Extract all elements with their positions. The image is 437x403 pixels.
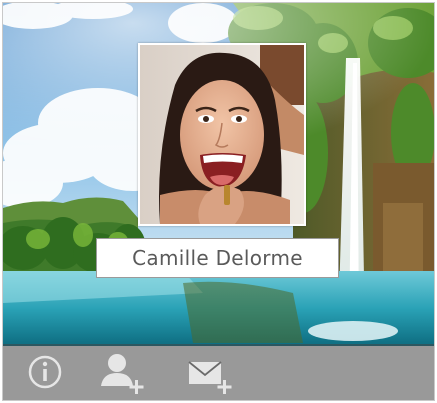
add-contact-button[interactable] [99, 350, 147, 396]
profile-photo [138, 43, 306, 226]
contact-name: Camille Delorme [132, 246, 303, 270]
info-button[interactable] [23, 350, 71, 396]
add-contact-icon [101, 354, 144, 394]
info-icon [28, 355, 62, 389]
action-toolbar [3, 344, 434, 400]
contact-card: Camille Delorme [2, 2, 435, 401]
avatar [140, 45, 304, 224]
contact-name-label: Camille Delorme [96, 238, 339, 278]
send-mail-icon [188, 361, 232, 394]
send-mail-button[interactable] [187, 350, 235, 396]
